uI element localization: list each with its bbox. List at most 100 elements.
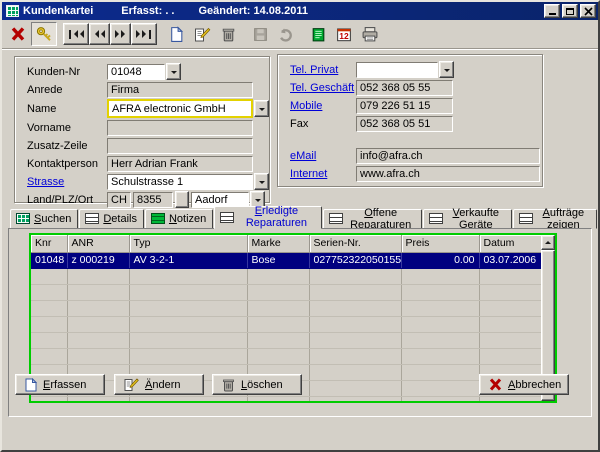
mobile-link[interactable]: Mobile xyxy=(290,100,356,112)
email-link[interactable]: eMail xyxy=(290,150,356,162)
chevron-down-icon xyxy=(171,71,177,77)
kontaktperson-input[interactable] xyxy=(107,156,253,172)
empty-row xyxy=(31,268,541,284)
scroll-thumb[interactable] xyxy=(541,250,555,386)
new-record-button[interactable] xyxy=(163,22,189,46)
last-record-button[interactable] xyxy=(131,23,157,45)
land-plz-ort-label: Land/PLZ/Ort xyxy=(27,194,107,206)
tab-suchen[interactable]: Suchen xyxy=(10,209,78,229)
edit-record-button[interactable] xyxy=(189,22,215,46)
email-input[interactable] xyxy=(356,148,540,164)
zusatz-zeile-input[interactable] xyxy=(107,138,253,154)
tab-strip: Suchen Details Notizen Erledigte Reparat… xyxy=(10,206,598,229)
minimize-button[interactable] xyxy=(544,4,560,18)
print-button[interactable] xyxy=(357,22,383,46)
next-record-button[interactable] xyxy=(110,23,131,45)
titlebar[interactable]: Kundenkartei Erfasst: . . Geändert: 14.0… xyxy=(2,2,598,20)
list-icon xyxy=(85,213,99,224)
tel-privat-link[interactable]: Tel. Privat xyxy=(290,64,356,76)
table-header-row: Knr ANR Typ Marke Serien-Nr. Preis Datum xyxy=(31,235,541,252)
key-button[interactable] xyxy=(31,22,57,46)
abbrechen-button[interactable]: Abbrechen xyxy=(479,374,569,395)
erfassen-button[interactable]: Erfassen xyxy=(15,374,105,395)
anrede-input[interactable] xyxy=(107,82,253,98)
zusatz-zeile-label: Zusatz-Zeile xyxy=(27,140,107,152)
list-icon xyxy=(329,213,343,224)
edit-icon xyxy=(124,378,139,392)
edit-record-icon xyxy=(193,26,211,43)
strasse-input[interactable] xyxy=(107,174,253,190)
cancel-icon xyxy=(9,25,27,43)
close-button[interactable] xyxy=(580,4,596,18)
cancel-button[interactable] xyxy=(5,22,31,46)
strasse-dropdown[interactable] xyxy=(254,173,269,190)
name-input[interactable] xyxy=(107,99,253,118)
empty-row xyxy=(31,316,541,332)
cancel-icon xyxy=(489,378,502,391)
tab-details[interactable]: Details xyxy=(79,209,144,229)
empty-row xyxy=(31,332,541,348)
key-icon xyxy=(35,25,54,43)
kunden-nr-label: Kunden-Nr xyxy=(27,66,107,78)
name-label: Name xyxy=(27,103,107,115)
first-record-button[interactable] xyxy=(63,23,89,45)
close-icon xyxy=(584,7,593,16)
save-button[interactable] xyxy=(247,22,273,46)
tab-verkaufte-geraete[interactable]: Verkaufte Geräte xyxy=(423,209,512,229)
tab-erledigte-reparaturen[interactable]: Erledigte Reparaturen xyxy=(214,206,321,229)
vorname-input[interactable] xyxy=(107,120,253,136)
column-header-typ[interactable]: Typ xyxy=(129,235,247,252)
column-header-preis[interactable]: Preis xyxy=(401,235,479,252)
chevron-down-icon xyxy=(259,108,265,114)
tab-auftraege-zeigen[interactable]: Aufträge zeigen xyxy=(513,209,597,229)
scroll-up-button[interactable] xyxy=(541,235,555,250)
kunden-nr-dropdown[interactable] xyxy=(166,63,181,80)
undo-button[interactable] xyxy=(273,22,299,46)
column-header-marke[interactable]: Marke xyxy=(247,235,309,252)
empty-row xyxy=(31,396,541,401)
mobile-input[interactable] xyxy=(356,98,453,114)
maximize-button[interactable] xyxy=(562,4,578,18)
geaendert-label: Geändert: 14.08.2011 xyxy=(198,5,307,17)
delete-record-icon xyxy=(220,26,237,43)
minimize-icon xyxy=(549,13,556,15)
kundenkartei-window: Kundenkartei Erfasst: . . Geändert: 14.0… xyxy=(0,0,600,452)
loeschen-label: Löschen xyxy=(241,379,283,391)
internet-link[interactable]: Internet xyxy=(290,168,356,180)
tab-label: Offene Reparaturen xyxy=(347,207,415,231)
strasse-link[interactable]: Strasse xyxy=(27,176,107,188)
kunden-nr-input[interactable] xyxy=(107,64,165,80)
previous-record-button[interactable] xyxy=(89,23,110,45)
contact-groupbox: Tel. Privat Tel. Geschäft Mobile Fax eMa… xyxy=(277,54,543,187)
column-header-anr[interactable]: ANR xyxy=(67,235,129,252)
tab-offene-reparaturen[interactable]: Offene Reparaturen xyxy=(323,209,422,229)
tel-geschaeft-input[interactable] xyxy=(356,80,453,96)
tab-notizen[interactable]: Notizen xyxy=(145,209,213,229)
column-header-serien-nr[interactable]: Serien-Nr. xyxy=(309,235,401,252)
table-icon xyxy=(16,213,30,224)
column-header-datum[interactable]: Datum xyxy=(479,235,541,252)
calendar-button[interactable]: 12 xyxy=(331,22,357,46)
column-header-knr[interactable]: Knr xyxy=(31,235,67,252)
aendern-button[interactable]: Ändern xyxy=(114,374,204,395)
fax-input[interactable] xyxy=(356,116,453,132)
result-row[interactable]: 01048z 000219AV 3-2-1Bose027752322050155… xyxy=(31,252,541,268)
name-dropdown[interactable] xyxy=(254,100,269,117)
loeschen-button[interactable]: Löschen xyxy=(212,374,302,395)
tel-geschaeft-link[interactable]: Tel. Geschäft xyxy=(290,82,356,94)
notes-button[interactable] xyxy=(305,22,331,46)
tel-privat-input[interactable] xyxy=(356,62,438,78)
notes-icon xyxy=(310,26,327,43)
delete-record-button[interactable] xyxy=(215,22,241,46)
window-title: Kundenkartei xyxy=(23,5,93,17)
erfassen-label: Erfassen xyxy=(43,379,86,391)
tab-label: Details xyxy=(103,213,137,225)
empty-row xyxy=(31,284,541,300)
chevron-down-icon xyxy=(255,199,261,205)
tel-privat-dropdown[interactable] xyxy=(439,61,454,78)
internet-input[interactable] xyxy=(356,166,540,182)
undo-icon xyxy=(277,26,295,43)
empty-row xyxy=(31,348,541,364)
anrede-label: Anrede xyxy=(27,84,107,96)
arrow-up-icon xyxy=(545,238,551,244)
